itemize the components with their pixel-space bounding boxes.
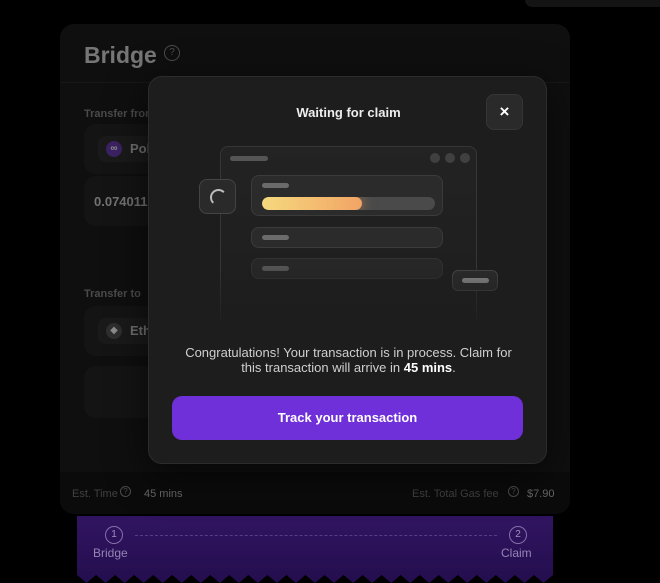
step-progress: 1 2 Bridge Claim	[77, 516, 553, 583]
placeholder-line	[262, 235, 289, 240]
est-time-label: Est. Time	[72, 488, 118, 500]
illustration-fade	[199, 266, 499, 336]
bridge-title: Bridge	[84, 42, 157, 68]
gas-fee-value: $7.90	[527, 488, 555, 500]
placeholder-line	[262, 183, 289, 188]
step-label-bridge: Bridge	[93, 546, 128, 560]
track-transaction-button[interactable]: Track your transaction	[172, 396, 523, 440]
message-text: Congratulations! Your transaction is in …	[185, 345, 512, 375]
gas-fee-label: Est. Total Gas fee	[412, 488, 499, 500]
help-circle-icon[interactable]: ?	[164, 45, 180, 61]
message-end: .	[452, 360, 456, 375]
help-circle-icon[interactable]: ?	[120, 486, 131, 497]
step-number: 1	[105, 526, 123, 544]
top-tab-strip	[525, 0, 660, 7]
transfer-to-label: Transfer to	[84, 288, 141, 300]
window-title-bar	[230, 156, 268, 161]
est-time-value: 45 mins	[144, 488, 183, 500]
spinner-icon	[210, 189, 227, 206]
progress-bar	[262, 197, 435, 210]
window-dot	[445, 153, 455, 163]
progress-card	[251, 175, 443, 216]
loading-tile	[199, 179, 236, 214]
waiting-for-claim-modal: Waiting for claim × Congratulations! You…	[148, 76, 547, 464]
close-icon[interactable]: ×	[486, 94, 523, 130]
amount-value: 0.074011	[94, 194, 148, 209]
window-dot	[430, 153, 440, 163]
transfer-from-label: Transfer from	[84, 108, 155, 120]
status-message: Congratulations! Your transaction is in …	[177, 345, 520, 375]
window-dot	[460, 153, 470, 163]
bridge-footer: Est. Time ? 45 mins Est. Total Gas fee ?…	[60, 472, 570, 514]
step-number: 2	[509, 526, 527, 544]
placeholder-row	[251, 227, 443, 248]
help-circle-icon[interactable]: ?	[508, 486, 519, 497]
ethereum-chain-icon: ◆	[106, 323, 122, 339]
step-label-claim: Claim	[501, 546, 532, 560]
step-connector	[135, 535, 497, 536]
progress-bar-fill	[262, 197, 363, 210]
waiting-illustration	[199, 146, 499, 336]
message-eta: 45 mins	[403, 360, 453, 375]
polygon-chain-icon: ∞	[106, 141, 122, 157]
